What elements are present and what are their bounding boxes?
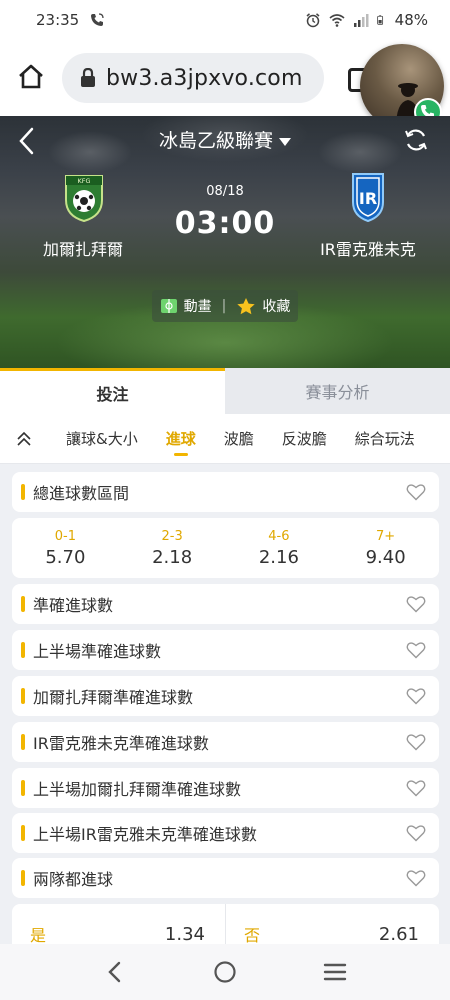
heart-icon[interactable] [406, 779, 426, 797]
subtab-combo[interactable]: 綜合玩法 [355, 414, 415, 464]
double-chevron-up-icon [17, 431, 31, 446]
league-selector[interactable]: 冰島乙級聯賽 [0, 126, 450, 153]
caret-down-icon [279, 137, 291, 146]
lock-icon [81, 68, 95, 87]
market-title: 上半場加爾扎拜爾準確進球數 [33, 780, 242, 799]
star-icon[interactable] [236, 297, 256, 316]
odds-value: 9.40 [365, 546, 406, 568]
market-header-away-exact-goals[interactable]: IR雷克雅未克準確進球數 [12, 722, 439, 762]
match-time: 03:00 [174, 206, 276, 241]
url-field[interactable]: bw3.a3jpxvo.com [62, 53, 324, 103]
heart-icon[interactable] [406, 641, 426, 659]
battery-level: 48% [394, 11, 428, 29]
accent-bar [21, 688, 25, 704]
odds-label: 是 [30, 926, 47, 945]
market-header-first-half-exact-goals[interactable]: 上半場準確進球數 [12, 630, 439, 670]
home-circle-icon [214, 961, 236, 983]
subtab-goals[interactable]: 進球 [166, 414, 196, 464]
collapse-all-button[interactable] [0, 414, 48, 464]
signal-icon [353, 14, 369, 27]
market-category-tabs: 讓球&大小 進球 波膽 反波膽 綜合玩法 [0, 414, 450, 464]
odds-label: 否 [244, 926, 261, 945]
status-bar: 23:35 48% [0, 0, 450, 40]
market-header-first-half-home-exact-goals[interactable]: 上半場加爾扎拜爾準確進球數 [12, 768, 439, 808]
heart-icon[interactable] [406, 869, 426, 887]
odds-value: 5.70 [45, 546, 86, 568]
heart-icon[interactable] [406, 483, 426, 501]
accent-bar [21, 734, 25, 750]
battery-icon [376, 15, 383, 25]
url-text: bw3.a3jpxvo.com [106, 65, 303, 91]
league-name: 冰島乙級聯賽 [158, 130, 273, 152]
subtab-handicap-over-under[interactable]: 讓球&大小 [66, 414, 138, 464]
subtab-anti-correct-score[interactable]: 反波膽 [282, 414, 327, 464]
accent-bar [21, 642, 25, 658]
odds-label: 4-6 [268, 528, 290, 544]
market-title: 上半場IR雷克雅未克準確進球數 [33, 825, 257, 844]
back-chevron-icon [108, 961, 121, 983]
animation-button[interactable]: 動畫 [184, 296, 212, 316]
odds-label: 0-1 [54, 528, 76, 544]
market-header-total-goals-range[interactable]: 總進球數區間 [12, 472, 439, 512]
odds-label: 7+ [376, 528, 396, 544]
accent-bar [21, 780, 25, 796]
status-time: 23:35 [36, 11, 80, 29]
match-actions: 動畫 | 收藏 [152, 290, 298, 322]
match-header: 冰島乙級聯賽 KFG 加爾扎拜爾 IR IR雷克雅未克 08/18 03:00 … [0, 116, 450, 368]
market-title: 加爾扎拜爾準確進球數 [33, 688, 194, 707]
alarm-icon [306, 13, 320, 28]
market-header-exact-goals[interactable]: 準確進球數 [12, 584, 439, 624]
refresh-icon[interactable] [402, 126, 430, 154]
market-title: 兩隊都進球 [33, 870, 114, 889]
wifi-icon [329, 14, 345, 27]
tab-betting[interactable]: 投注 [0, 368, 225, 414]
nav-home-button[interactable] [205, 952, 245, 992]
divider: | [221, 298, 227, 314]
odds-option[interactable]: 0-1 5.70 [12, 518, 119, 578]
favorite-button[interactable]: 收藏 [262, 296, 290, 316]
pitch-animation-icon[interactable] [160, 298, 178, 314]
heart-icon[interactable] [406, 824, 426, 842]
nav-recents-button[interactable] [315, 952, 355, 992]
odds-option[interactable]: 2-3 2.18 [119, 518, 226, 578]
odds-value: 2.16 [258, 546, 299, 568]
market-title: 上半場準確進球數 [33, 642, 162, 661]
odds-value: 2.18 [152, 546, 193, 568]
market-header-home-exact-goals[interactable]: 加爾扎拜爾準確進球數 [12, 676, 439, 716]
odds-option[interactable]: 4-6 2.16 [226, 518, 333, 578]
recents-lines-icon [323, 963, 347, 981]
wifi-calling-icon [91, 13, 104, 26]
subtab-correct-score[interactable]: 波膽 [224, 414, 254, 464]
match-date: 08/18 [206, 184, 244, 199]
heart-icon[interactable] [406, 733, 426, 751]
accent-bar [21, 825, 25, 841]
heart-icon[interactable] [406, 595, 426, 613]
market-header-both-teams-score[interactable]: 兩隊都進球 [12, 858, 439, 898]
market-header-first-half-away-exact-goals[interactable]: 上半場IR雷克雅未克準確進球數 [12, 813, 439, 853]
accent-bar [21, 596, 25, 612]
home-icon[interactable] [16, 62, 46, 92]
odds-option[interactable]: 7+ 9.40 [332, 518, 439, 578]
accent-bar [21, 870, 25, 886]
heart-icon[interactable] [406, 687, 426, 705]
system-navigation-bar [0, 944, 450, 1000]
odds-value: 2.61 [378, 923, 419, 945]
market-title: IR雷克雅未克準確進球數 [33, 734, 209, 753]
market-title: 準確進球數 [33, 596, 114, 615]
market-title: 總進球數區間 [33, 484, 130, 503]
odds-value: 1.34 [164, 923, 205, 945]
odds-label: 2-3 [161, 528, 183, 544]
tab-analysis[interactable]: 賽事分析 [225, 368, 450, 414]
nav-back-button[interactable] [95, 952, 135, 992]
accent-bar [21, 484, 25, 500]
main-tabs: 投注 賽事分析 [0, 368, 450, 414]
odds-card-total-goals-range: 0-1 5.70 2-3 2.18 4-6 2.16 7+ 9.40 [12, 518, 439, 578]
